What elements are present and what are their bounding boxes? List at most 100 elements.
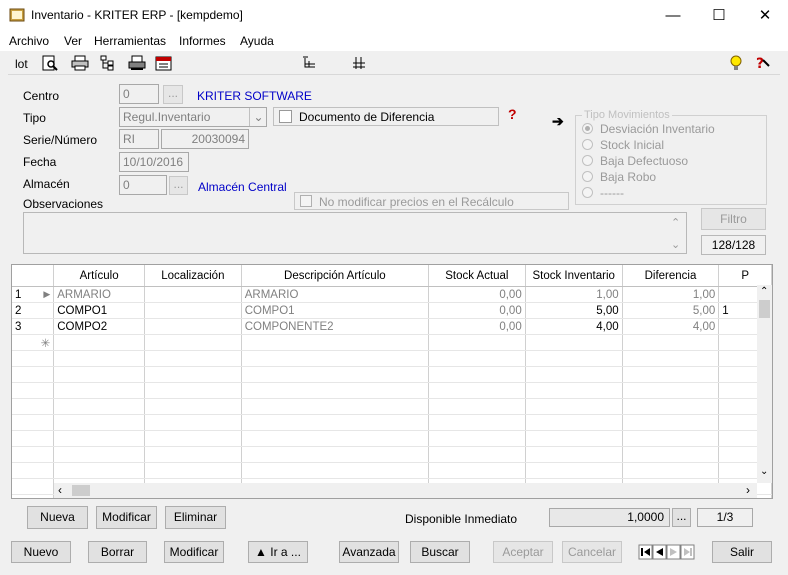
menu-herramientas[interactable]: Herramientas <box>94 34 166 48</box>
col-p[interactable]: P <box>718 265 772 287</box>
borrar-button[interactable]: Borrar <box>88 541 147 563</box>
next-record-icon[interactable] <box>666 544 681 560</box>
cell-stock-actual[interactable]: 0,00 <box>428 318 526 335</box>
lot-button[interactable]: lot <box>15 57 28 71</box>
radio-dashes[interactable] <box>582 187 593 198</box>
col-stock-actual[interactable]: Stock Actual <box>428 265 526 287</box>
scroll-up-icon[interactable]: ⌃ <box>671 216 680 229</box>
last-record-icon[interactable] <box>680 544 695 560</box>
filtro-button[interactable]: Filtro <box>701 208 766 230</box>
scroll-right-arrow-icon[interactable]: › <box>746 483 750 497</box>
modificar-linea-button[interactable]: Modificar <box>96 506 157 529</box>
cell-articulo[interactable]: COMPO2 <box>53 318 145 335</box>
avanzada-button[interactable]: Avanzada <box>339 541 399 563</box>
menu-ver[interactable]: Ver <box>64 34 82 48</box>
buscar-button[interactable]: Buscar <box>410 541 470 563</box>
table-row[interactable]: 1 ▶ ARMARIO ARMARIO 0,00 1,00 1,00 <box>12 286 772 303</box>
almacen-name: Almacén Central <box>198 180 287 194</box>
ir-a-button[interactable]: ▲ Ir a ... <box>248 541 308 563</box>
cell-stock-actual[interactable]: 0,00 <box>428 286 526 303</box>
cell-diferencia[interactable]: 1,00 <box>622 286 720 303</box>
add-column-icon[interactable] <box>301 55 319 71</box>
horizontal-scroll-thumb[interactable] <box>72 485 90 496</box>
cell-diferencia[interactable]: 4,00 <box>622 318 720 335</box>
arrow-right-icon[interactable]: ➔ <box>552 113 564 130</box>
lines-grid: Artículo Localización Descripción Artícu… <box>11 264 773 499</box>
cell-stock-inventario[interactable]: 5,00 <box>525 302 623 319</box>
salir-button[interactable]: Salir <box>712 541 772 563</box>
scroll-down-arrow-icon[interactable]: ⌄ <box>760 466 768 477</box>
no-modificar-checkbox[interactable] <box>300 195 312 207</box>
radio-baja-robo[interactable] <box>582 171 593 182</box>
print-icon[interactable] <box>71 55 89 71</box>
col-diferencia[interactable]: Diferencia <box>622 265 720 287</box>
radio-baja-defectuoso[interactable] <box>582 155 593 166</box>
eliminar-linea-button[interactable]: Eliminar <box>165 506 226 529</box>
doc-help-icon[interactable]: ? <box>508 106 517 122</box>
almacen-lookup-button[interactable]: ... <box>169 176 188 195</box>
serie-input[interactable]: RI <box>119 129 159 149</box>
prev-record-icon[interactable] <box>652 544 667 560</box>
cell-localizacion[interactable] <box>144 286 242 303</box>
almacen-input[interactable]: 0 <box>119 175 167 195</box>
aceptar-button[interactable]: Aceptar <box>493 541 553 563</box>
vertical-scroll-thumb[interactable] <box>759 300 770 318</box>
lightbulb-icon[interactable] <box>727 55 745 71</box>
row-number: 1 ▶ <box>12 286 55 303</box>
new-row[interactable]: ✳ <box>12 334 772 351</box>
tree-icon[interactable] <box>99 55 117 71</box>
nuevo-button[interactable]: Nuevo <box>11 541 71 563</box>
doc-diferencia-checkbox[interactable] <box>279 110 292 123</box>
cell-descripcion[interactable]: COMPO1 <box>241 302 429 319</box>
cell-stock-actual[interactable]: 0,00 <box>428 302 526 319</box>
scroll-down-icon[interactable]: ⌄ <box>671 238 680 251</box>
help-icon[interactable]: ? <box>753 55 771 71</box>
radio-stock-inicial[interactable] <box>582 139 593 150</box>
scroll-up-arrow-icon[interactable]: ⌃ <box>760 286 768 297</box>
menu-informes[interactable]: Informes <box>179 34 226 48</box>
observaciones-textarea[interactable] <box>23 212 687 254</box>
tipo-select[interactable]: Regul.Inventario <box>119 107 267 127</box>
close-button[interactable]: ✕ <box>742 0 788 31</box>
cell-stock-inventario[interactable]: 4,00 <box>525 318 623 335</box>
cell-stock-inventario[interactable]: 1,00 <box>525 286 623 303</box>
minimize-button[interactable]: — <box>650 0 696 31</box>
first-record-icon[interactable] <box>638 544 653 560</box>
col-descripcion[interactable]: Descripción Artículo <box>241 265 429 287</box>
fecha-input[interactable]: 10/10/2016 <box>119 152 189 172</box>
menu-ayuda[interactable]: Ayuda <box>240 34 274 48</box>
cell-articulo[interactable]: ARMARIO <box>53 286 145 303</box>
grid-icon[interactable] <box>350 55 368 71</box>
disponible-lookup-button[interactable]: ... <box>672 508 691 527</box>
cell-localizacion[interactable] <box>144 302 242 319</box>
table-row[interactable]: 2 COMPO1 COMPO1 0,00 5,00 5,00 1 <box>12 302 772 319</box>
grid-horizontal-scrollbar[interactable] <box>54 483 757 498</box>
cell-descripcion[interactable]: COMPONENTE2 <box>241 318 429 335</box>
menu-archivo[interactable]: Archivo <box>9 34 49 48</box>
cell-diferencia[interactable]: 5,00 <box>622 302 720 319</box>
radio-desviacion[interactable] <box>582 123 593 134</box>
app-icon <box>9 8 25 22</box>
centro-lookup-button[interactable]: ... <box>163 85 183 104</box>
cell-descripcion[interactable]: ARMARIO <box>241 286 429 303</box>
maximize-button[interactable]: ☐ <box>696 0 742 31</box>
cancelar-button[interactable]: Cancelar <box>562 541 622 563</box>
row-number: 3 <box>12 318 55 335</box>
modificar-button[interactable]: Modificar <box>164 541 224 563</box>
calendar-icon[interactable] <box>155 55 173 71</box>
nueva-linea-button[interactable]: Nueva <box>27 506 88 529</box>
grid-header: Artículo Localización Descripción Artícu… <box>12 265 772 287</box>
table-row[interactable]: 3 COMPO2 COMPONENTE2 0,00 4,00 4,00 <box>12 318 772 335</box>
chevron-down-icon[interactable]: ⌄ <box>249 108 267 126</box>
preview-icon[interactable] <box>41 55 59 71</box>
cell-localizacion[interactable] <box>144 318 242 335</box>
cell-articulo[interactable]: COMPO1 <box>53 302 145 319</box>
col-localizacion[interactable]: Localización <box>144 265 242 287</box>
tipo-label: Tipo <box>23 111 46 125</box>
numero-input[interactable]: 20030094 <box>161 129 249 149</box>
centro-input[interactable]: 0 <box>119 84 159 104</box>
scroll-left-arrow-icon[interactable]: ‹ <box>58 483 62 497</box>
col-articulo[interactable]: Artículo <box>53 265 145 287</box>
col-stock-inventario[interactable]: Stock Inventario <box>525 265 623 287</box>
printer-setup-icon[interactable] <box>128 55 146 71</box>
